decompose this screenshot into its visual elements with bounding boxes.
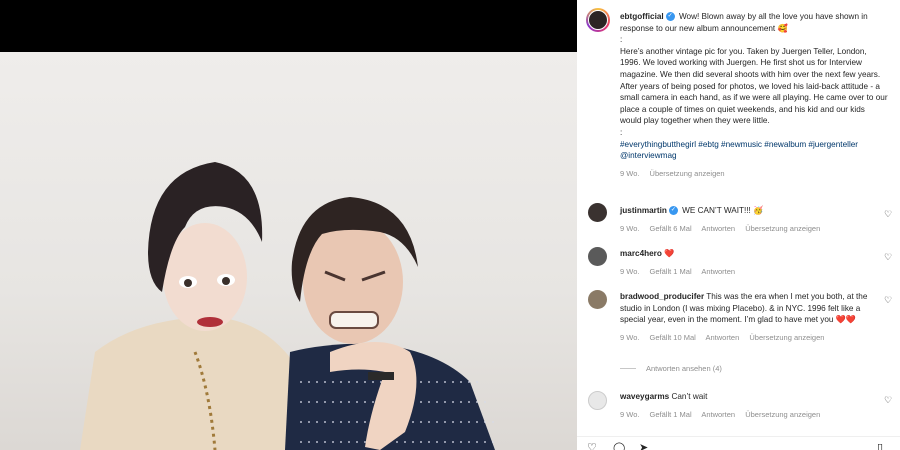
comment-username[interactable]: bradwood_producifer xyxy=(620,292,704,301)
caption-hashtags[interactable]: #everythingbutthegirl #ebtg #newmusic #n… xyxy=(620,139,888,162)
comment-age: 9 Wo. xyxy=(620,332,640,342)
reply-button[interactable]: Antworten xyxy=(701,410,735,419)
post-side-panel: ebtgofficial ✓ Wow! Blown away by all the… xyxy=(577,0,900,450)
comment-like-heart-icon[interactable]: ♡ xyxy=(884,396,892,405)
caption-separator: : xyxy=(620,127,623,137)
reply-button[interactable]: Antworten xyxy=(706,333,740,342)
caption-meta: 9 Wo. Übersetzung anzeigen xyxy=(620,168,888,180)
comment-item: marc4hero ❤️ 9 Wo. Gefällt 1 Mal Antwort… xyxy=(620,248,882,277)
post-photo-illustration xyxy=(80,162,495,450)
comment-age: 9 Wo. xyxy=(620,409,640,419)
comment-username[interactable]: waveygarms xyxy=(620,392,669,401)
post-photo[interactable] xyxy=(0,52,577,450)
translate-link[interactable]: Übersetzung anzeigen xyxy=(745,224,820,233)
post-age: 9 Wo. xyxy=(620,168,640,178)
comment-likes[interactable]: Gefällt 6 Mal xyxy=(650,224,692,233)
comment-username[interactable]: marc4hero xyxy=(620,249,662,258)
post-action-bar: ♡ ◯ ➤ ▯ xyxy=(577,436,900,450)
caption-body: Here’s another vintage pic for you. Take… xyxy=(620,46,888,126)
author-avatar[interactable] xyxy=(586,8,610,32)
translate-link[interactable]: Übersetzung anzeigen xyxy=(745,410,820,419)
view-replies-label: Antworten ansehen (4) xyxy=(646,364,722,373)
comment-likes[interactable]: Gefällt 10 Mal xyxy=(650,333,696,342)
comment-like-heart-icon[interactable]: ♡ xyxy=(884,296,892,305)
comment-meta: 9 Wo. Gefällt 1 Mal Antworten Übersetzun… xyxy=(620,409,882,421)
comment-item: justinmartin ✓ WE CAN’T WAIT!!! 🥳 9 Wo. G… xyxy=(620,205,882,234)
verified-badge-icon: ✓ xyxy=(668,206,678,216)
comment-item: bradwood_producifer This was the era whe… xyxy=(620,291,882,343)
post-caption: ebtgofficial ✓ Wow! Blown away by all the… xyxy=(620,11,888,179)
comment-meta: 9 Wo. Gefällt 1 Mal Antworten xyxy=(620,266,882,278)
translate-link[interactable]: Übersetzung anzeigen xyxy=(650,169,725,178)
reply-button[interactable]: Antworten xyxy=(701,267,735,276)
translate-link[interactable]: Übersetzung anzeigen xyxy=(749,333,824,342)
comment-avatar[interactable] xyxy=(588,391,607,410)
reply-button[interactable]: Antworten xyxy=(701,224,735,233)
caption-separator: : xyxy=(620,35,623,45)
comment-age: 9 Wo. xyxy=(620,223,640,233)
replies-divider xyxy=(620,368,636,369)
post-media-pane xyxy=(0,0,577,450)
comment-like-heart-icon[interactable]: ♡ xyxy=(884,210,892,219)
comment-like-heart-icon[interactable]: ♡ xyxy=(884,253,892,262)
bookmark-icon[interactable]: ▯ xyxy=(877,443,883,450)
heart-icon[interactable]: ♡ xyxy=(587,443,597,450)
comment-avatar[interactable] xyxy=(588,247,607,266)
share-icon[interactable]: ➤ xyxy=(639,443,648,450)
comment-text: Can’t wait xyxy=(671,392,708,401)
comment-avatar[interactable] xyxy=(588,203,607,222)
verified-badge-icon: ✓ xyxy=(665,12,675,22)
comment-icon[interactable]: ◯ xyxy=(613,443,625,450)
comment-item: waveygarms Can’t wait 9 Wo. Gefällt 1 Ma… xyxy=(620,391,882,420)
comment-text: WE CAN’T WAIT!!! 🥳 xyxy=(682,206,764,215)
comment-meta: 9 Wo. Gefällt 10 Mal Antworten Übersetzu… xyxy=(620,332,882,344)
comment-avatar[interactable] xyxy=(588,290,607,309)
view-replies-button[interactable]: Antworten ansehen (4) xyxy=(620,364,722,373)
comment-text: ❤️ xyxy=(664,249,675,258)
comment-likes[interactable]: Gefällt 1 Mal xyxy=(650,267,692,276)
comment-meta: 9 Wo. Gefällt 6 Mal Antworten Übersetzun… xyxy=(620,223,882,235)
comment-likes[interactable]: Gefällt 1 Mal xyxy=(650,410,692,419)
author-username[interactable]: ebtgofficial xyxy=(620,12,664,21)
comment-username[interactable]: justinmartin xyxy=(620,206,667,215)
comment-age: 9 Wo. xyxy=(620,266,640,276)
